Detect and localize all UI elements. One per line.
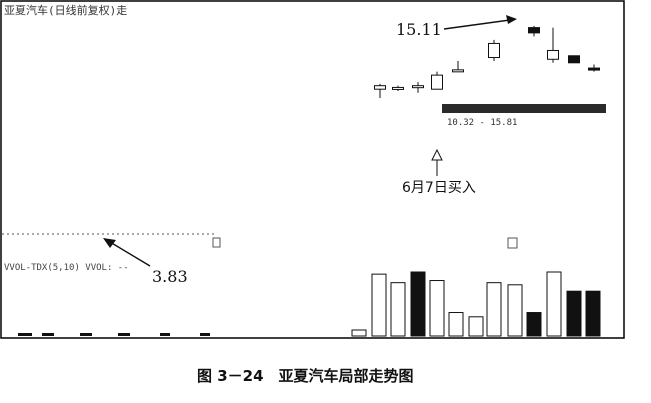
volume-bar (390, 282, 406, 337)
volume-bar (585, 290, 601, 337)
candle (547, 27, 559, 63)
baseline-tick (351, 329, 367, 337)
volume-bar (429, 280, 445, 337)
volume-bar (468, 316, 484, 337)
pane-marker-left (212, 237, 221, 248)
peak-arrow-head (506, 15, 517, 24)
candle-body (568, 55, 580, 64)
candle-body (588, 67, 600, 71)
candle-body (374, 85, 386, 90)
baseline-tick (42, 333, 54, 336)
low-arrow-head (103, 238, 116, 248)
chart-frame (0, 0, 625, 339)
volume-bar (546, 271, 562, 337)
candle (568, 55, 580, 64)
candle (452, 61, 464, 73)
peak-arrow-line (443, 19, 511, 30)
buy-arrow-head (431, 148, 443, 161)
candle (528, 25, 540, 37)
volume-bar (566, 290, 582, 337)
candle-body (392, 86, 404, 90)
candle-body (547, 49, 559, 60)
volume-bar (371, 273, 387, 337)
pane-marker-right (507, 237, 518, 249)
price-range-label: 10.32 - 15.81 (447, 118, 517, 128)
volume-bar (410, 271, 426, 337)
volume-bar (526, 312, 542, 337)
volume-bar (507, 284, 523, 337)
baseline-volume-ticks (18, 329, 367, 337)
candle (392, 85, 404, 91)
panel-title: 亚夏汽车(日线前复权)走 (4, 3, 127, 17)
volume-legend: VVOL-TDX(5,10) VVOL: -- (4, 263, 129, 273)
volume-bar (448, 312, 464, 337)
baseline-tick (80, 333, 92, 336)
stock-chart-figure: 亚夏汽车(日线前复权)走 VVOL-TDX(5,10) VVOL: -- 10.… (0, 0, 625, 385)
candle-body (488, 42, 500, 59)
volume-bar (486, 282, 502, 337)
candle (374, 83, 386, 98)
candle-body (528, 27, 540, 34)
low-value-label: 3.83 (152, 267, 188, 286)
figure-caption: 图 3－24 亚夏汽车局部走势图 (197, 367, 414, 385)
baseline-tick (200, 333, 210, 336)
candle (412, 82, 424, 93)
candle (431, 71, 443, 90)
candle (588, 64, 600, 72)
candle (488, 39, 500, 62)
candle-body (412, 85, 424, 89)
buy-signal-label: 6月7日买入 (402, 180, 476, 196)
baseline-tick (160, 333, 170, 336)
peak-value-label: 15.11 (396, 20, 442, 39)
price-range-band (442, 104, 606, 113)
candle-body (431, 74, 443, 90)
baseline-tick (18, 333, 32, 336)
baseline-tick (118, 333, 130, 336)
candle-body (452, 69, 464, 73)
volume-series (371, 271, 601, 337)
